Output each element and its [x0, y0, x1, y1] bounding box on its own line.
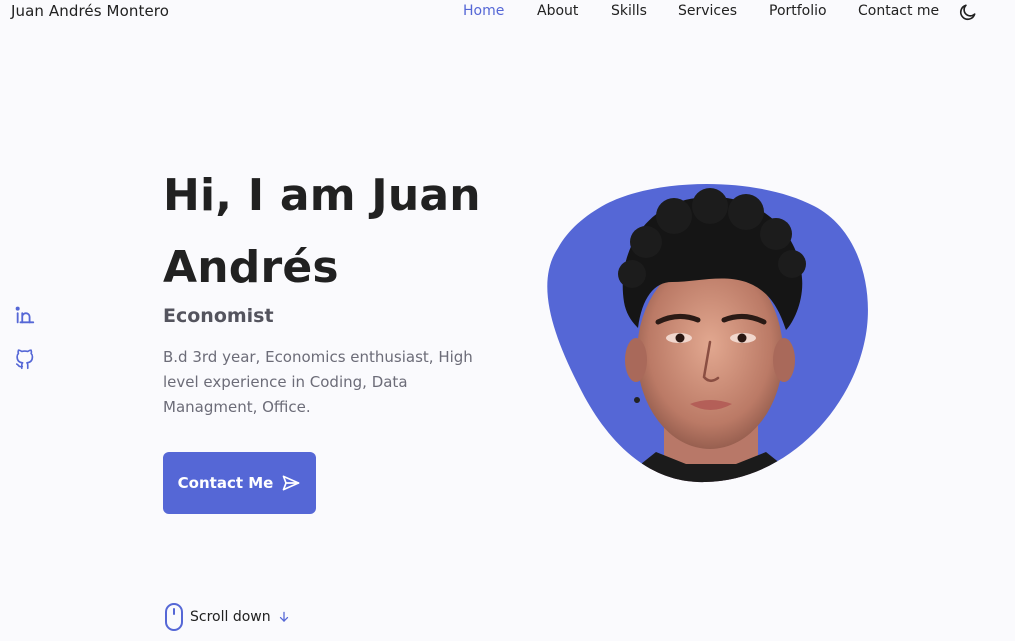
- logo[interactable]: Juan Andrés Montero: [11, 2, 169, 20]
- nav-link-about[interactable]: About: [537, 3, 578, 19]
- hero-description: B.d 3rd year, Economics enthusiast, High…: [163, 348, 473, 416]
- nav-link-portfolio[interactable]: Portfolio: [769, 3, 827, 19]
- social-links: [14, 304, 36, 394]
- hero-title: Hi, I am Juan Andrés: [163, 170, 481, 293]
- scroll-down-label: Scroll down: [190, 609, 271, 625]
- scroll-down-link[interactable]: Scroll down: [163, 603, 291, 631]
- github-icon[interactable]: [14, 349, 36, 371]
- nav-link-contact[interactable]: Contact me: [858, 3, 939, 19]
- mouse-icon: [165, 603, 183, 631]
- contact-me-button[interactable]: Contact Me: [163, 452, 316, 514]
- linkedin-icon[interactable]: [14, 304, 36, 326]
- page: Juan Andrés Montero Home About Skills Se…: [0, 0, 1015, 641]
- profile-photo: [546, 182, 870, 484]
- arrow-down-icon: [279, 611, 288, 622]
- nav-link-home[interactable]: Home: [463, 3, 504, 19]
- moon-icon[interactable]: [958, 2, 978, 22]
- send-icon: [282, 475, 300, 491]
- header: Juan Andrés Montero Home About Skills Se…: [0, 0, 1015, 24]
- hero-subtitle: Economist: [163, 305, 274, 327]
- nav-link-services[interactable]: Services: [678, 3, 737, 19]
- contact-me-label: Contact Me: [177, 474, 274, 492]
- nav-link-skills[interactable]: Skills: [611, 3, 647, 19]
